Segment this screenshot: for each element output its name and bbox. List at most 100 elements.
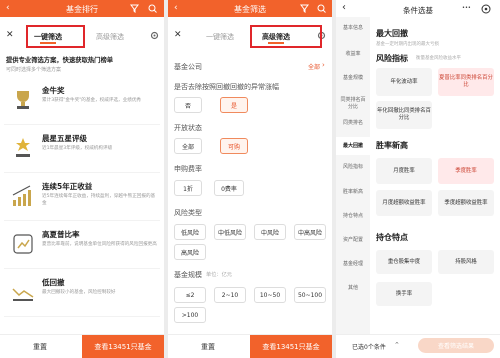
section-title-holdings: 持仓特点	[376, 233, 408, 242]
option-pill[interactable]: 中风险	[254, 224, 286, 240]
list-item[interactable]: 低回撤 最大回撤较小的基金，风险控制较好	[4, 271, 160, 317]
page-title: 基金排行	[66, 5, 98, 14]
condition-filter-panel: ‹ 条件选基 ••• 基本信息 收益率 基金规模 同类排名百分比 同类排名 最大…	[336, 0, 500, 358]
company-label: 基金公司	[174, 63, 202, 71]
option-pill[interactable]: 10~50	[254, 287, 286, 303]
sidebar-item[interactable]: 基金规模	[336, 75, 370, 82]
list-item[interactable]: 晨星五星评级 近1年晨星3年评级，权威机构评级	[4, 127, 160, 173]
sidebar-item[interactable]: 其他	[336, 285, 370, 292]
condition-tile[interactable]: 换手率	[376, 282, 432, 306]
one-key-filter-panel: ‹ 基金排行 ✕ 一键筛选 高级筛选 提供专业筛选方案，快速获取热门榜单 可同时…	[0, 0, 164, 358]
more-icon[interactable]: •••	[462, 5, 474, 13]
close-icon[interactable]: ✕	[6, 30, 14, 40]
card-title: 高夏普比率	[42, 230, 80, 239]
exclusion-label: 是否去除按照回撤回撤的异常涨幅	[174, 83, 279, 91]
sidebar-item[interactable]: 基本信息	[336, 25, 370, 32]
option-pill[interactable]: ≤2	[174, 287, 206, 303]
condition-tile-selected[interactable]: 夏普比率同类排名百分比	[438, 68, 494, 96]
bottom-bar: 重置 查看13451只基金	[0, 334, 164, 358]
bar-growth-icon	[12, 185, 31, 206]
low-drawdown-icon	[12, 288, 34, 301]
card-title: 低回撤	[42, 278, 65, 287]
list-item[interactable]: 金牛奖 累计3获得"金牛奖"的基金，权威评选，业绩优秀	[4, 79, 160, 125]
list-item[interactable]: 连续5年正收益 近5年连续每年正收益，持续盈利，穿越牛熊正回报的基金	[4, 175, 160, 221]
option-pill-selected[interactable]: 是	[220, 97, 248, 113]
sidebar-item[interactable]: 收益率	[336, 51, 370, 58]
section-desc: 衡量基金风险收益水平	[416, 56, 461, 61]
option-pill[interactable]: 否	[174, 97, 202, 113]
option-pill[interactable]: 全部	[174, 138, 202, 154]
highlight-box	[250, 25, 322, 48]
section-desc: 基金一定时期内出现的最大亏损	[376, 42, 439, 47]
intro-subtitle: 可同时选择多个筛选方案	[6, 67, 62, 73]
sidebar-item[interactable]: 基金经理	[336, 261, 370, 268]
view-funds-button[interactable]: 查看13451只基金	[82, 335, 164, 358]
ratio-icon	[13, 234, 33, 254]
option-pill[interactable]: 50~100	[294, 287, 326, 303]
filter-icon[interactable]	[130, 4, 139, 13]
condition-tile[interactable]: 年化波动率	[376, 68, 432, 96]
target-icon[interactable]	[481, 4, 491, 14]
reset-button[interactable]: 重置	[178, 339, 238, 355]
condition-tile[interactable]: 重仓股集中度	[376, 250, 432, 274]
condition-tile[interactable]: 年化回撤比同类排名百分比	[376, 101, 432, 129]
sidebar-item[interactable]: 同类排名	[336, 120, 370, 127]
tab-one-key[interactable]: 一键筛选	[206, 32, 234, 42]
close-icon[interactable]: ✕	[174, 30, 182, 40]
scale-unit: 单位：亿元	[206, 272, 232, 278]
option-pill[interactable]: 中低风险	[214, 224, 246, 240]
option-pill[interactable]: 高风险	[174, 244, 206, 260]
view-funds-button[interactable]: 查看13451只基金	[250, 335, 332, 358]
company-value[interactable]: 全部	[308, 62, 320, 71]
card-desc: 最大回撤较小的基金，风险控制较好	[42, 290, 116, 295]
option-pill[interactable]: >100	[174, 307, 206, 323]
risk-label: 风险类型	[174, 209, 202, 217]
advanced-filter-panel: ‹ 基金筛选 ✕ 一键筛选 高级筛选 基金公司 全部 › 是否去除按照回撤回撤的…	[168, 0, 332, 358]
option-pill-selected[interactable]: 可购	[220, 138, 248, 154]
sidebar-item[interactable]: 风险指标	[336, 164, 370, 171]
sidebar-item[interactable]: 持仓特点	[336, 213, 370, 220]
intro-title: 提供专业筛选方案，快速获取热门榜单	[6, 57, 114, 64]
section-title-risk: 风险指标	[376, 54, 408, 63]
option-pill[interactable]: 低风险	[174, 224, 206, 240]
reset-button[interactable]: 重置	[10, 339, 70, 355]
card-title: 连续5年正收益	[42, 182, 93, 191]
sidebar-item[interactable]: 资产配置	[336, 237, 370, 244]
section-title-drawdown: 最大回撤	[376, 29, 408, 38]
scale-label: 基金规模	[174, 271, 202, 279]
filter-icon[interactable]	[300, 4, 309, 13]
highlight-box	[26, 25, 85, 48]
condition-tile[interactable]: 季度超额收益胜率	[438, 190, 494, 216]
option-pill[interactable]: 2~10	[214, 287, 246, 303]
page-title: 条件选基	[403, 6, 433, 15]
status-label: 开放状态	[174, 124, 202, 132]
selected-count: 已选0个条件	[352, 344, 386, 351]
bottom-bar: 重置 查看13451只基金	[168, 334, 332, 358]
search-icon[interactable]	[148, 4, 157, 13]
condition-tile[interactable]: 月度胜率	[376, 158, 432, 184]
category-sidebar: 基本信息 收益率 基金规模 同类排名百分比 同类排名 最大回撤 风险指标 胜率新…	[336, 17, 370, 334]
sidebar-item-active[interactable]: 最大回撤	[336, 137, 370, 155]
section-title-winrate: 胜率新高	[376, 141, 408, 150]
condition-tile[interactable]: 月度超额收益胜率	[376, 190, 432, 216]
fee-label: 申购费率	[174, 165, 202, 173]
condition-tile-selected[interactable]: 季度胜率	[438, 158, 494, 184]
sidebar-item[interactable]: 胜率新高	[336, 189, 370, 196]
card-desc: 累计3获得"金牛奖"的基金，权威评选，业绩优秀	[42, 98, 142, 103]
sidebar-item[interactable]: 同类排名百分比	[336, 97, 370, 111]
card-desc: 近5年连续每年正收益，持续盈利，穿越牛熊正回报的基金	[42, 194, 156, 206]
option-pill[interactable]: 1折	[174, 180, 202, 196]
tab-advanced[interactable]: 高级筛选	[96, 32, 124, 42]
list-item[interactable]: 高夏普比率 夏普比率靠前，说明基金单位风险所获得的风险回报更高	[4, 223, 160, 269]
search-icon[interactable]	[317, 4, 326, 13]
condition-tile[interactable]: 持股风格	[438, 250, 494, 274]
star-rating-icon	[16, 138, 30, 157]
settings-icon[interactable]	[150, 31, 159, 40]
option-pill[interactable]: 0费率	[214, 180, 244, 196]
confirm-button[interactable]: 查看筛选结果	[418, 338, 494, 353]
trophy-icon	[17, 91, 29, 109]
chevron-up-icon[interactable]: ⌃	[394, 341, 400, 349]
option-pill[interactable]: 中高风险	[294, 224, 326, 240]
card-desc: 夏普比率靠前，说明基金单位风险所获得的风险回报更高	[42, 242, 157, 247]
chevron-right-icon[interactable]: ›	[322, 61, 325, 69]
